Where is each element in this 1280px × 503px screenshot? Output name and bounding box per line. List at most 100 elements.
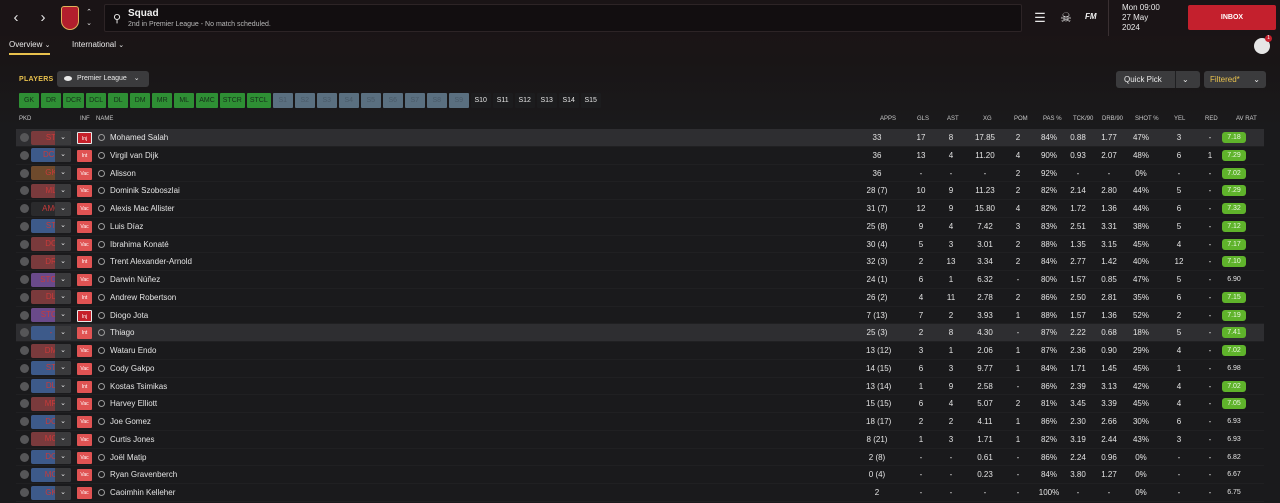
select-checkbox[interactable]	[20, 239, 29, 249]
col-apps[interactable]: APPS	[880, 116, 896, 122]
select-checkbox[interactable]	[20, 275, 29, 284]
position-chip-s5[interactable]: S5	[360, 93, 381, 108]
filter-button[interactable]: Filtered* ⌄	[1204, 71, 1266, 88]
chevron-down-icon[interactable]: ⌄	[55, 308, 71, 322]
select-checkbox[interactable]	[20, 363, 29, 373]
table-row[interactable]: AMC ⌄ Vac Alexis Mac Allister 31 (7) 12 9 15.80…	[16, 200, 1264, 218]
position-chip-s11[interactable]: S11	[492, 93, 513, 108]
select-checkbox[interactable]	[20, 150, 29, 160]
player-name[interactable]: Ryan Gravenberch	[110, 470, 177, 479]
select-checkbox[interactable]	[20, 310, 29, 320]
position-chip-s6[interactable]: S6	[382, 93, 403, 108]
chevron-down-icon[interactable]: ⌄	[55, 219, 71, 234]
player-name[interactable]: Joël Matip	[110, 453, 146, 462]
table-row[interactable]: DL ⌄ Int Kostas Tsimikas 13 (14) 1 9 2.58-86% 2.…	[16, 378, 1264, 396]
quick-pick-button[interactable]: Quick Pick ⌄	[1116, 71, 1200, 88]
skull-icon[interactable]: ☠	[1058, 9, 1074, 27]
chevron-down-icon[interactable]: ⌄	[55, 166, 71, 180]
search-icon[interactable]: ⚲	[110, 12, 124, 26]
col-pom[interactable]: POM	[1014, 116, 1028, 122]
table-row[interactable]: ML ⌄ Vac Dominik Szoboszlai 28 (7) 10 9 11.23 2 8…	[16, 182, 1264, 200]
select-checkbox[interactable]	[20, 346, 29, 355]
chevron-down-icon[interactable]: ⌄	[55, 201, 71, 216]
select-checkbox[interactable]	[20, 399, 29, 409]
table-row[interactable]: STCR ⌄ Vac Darwin Núñez 24 (1) 6 1 6.32-80% 1.57…	[16, 271, 1264, 289]
fm-logo[interactable]: FM	[1085, 12, 1097, 21]
position-chip-s14[interactable]: S14	[558, 93, 579, 108]
select-checkbox[interactable]	[20, 452, 29, 462]
position-chip-s8[interactable]: S8	[426, 93, 447, 108]
table-row[interactable]: GK ⌄ Vac Caoimhin Kelleher 2- - - -100% - -0% - -6.…	[16, 484, 1264, 502]
tab-international[interactable]: International ⌄	[72, 40, 124, 49]
table-row[interactable]: GK ⌄ Vac Alisson 36- - -2 92% - -0% - -7.02	[16, 165, 1264, 183]
chevron-down-icon[interactable]: ⌄	[55, 432, 71, 447]
club-switch-arrows-icon[interactable]: ⌃ ⌄	[84, 7, 94, 29]
col-drb[interactable]: DRB/90	[1102, 116, 1123, 122]
position-chip-stcr[interactable]: STCR	[219, 93, 245, 108]
player-name[interactable]: Alexis Mac Allister	[110, 204, 174, 213]
page-title-box[interactable]: ⚲ Squad 2nd in Premier League - No match…	[104, 4, 1022, 32]
position-chip-s15[interactable]: S15	[580, 93, 601, 108]
position-chip-s3[interactable]: S3	[316, 93, 337, 108]
select-checkbox[interactable]	[20, 186, 29, 196]
manager-avatar-icon[interactable]: 1	[1254, 35, 1272, 54]
table-row[interactable]: STCL ⌄ Inj Diogo Jota 7 (13) 7 2 3.93 1 88% 1.57 1.…	[16, 307, 1264, 325]
chevron-down-icon[interactable]: ⌄	[55, 130, 71, 145]
select-checkbox[interactable]	[20, 204, 29, 213]
chevron-down-icon[interactable]: ⌄	[55, 396, 71, 411]
position-chip-s9[interactable]: S9	[448, 93, 469, 108]
col-xg[interactable]: XG	[983, 116, 992, 122]
position-chip-s7[interactable]: S7	[404, 93, 425, 108]
player-name[interactable]: Curtis Jones	[110, 435, 154, 444]
col-pkd[interactable]: PKD	[19, 116, 31, 122]
chevron-down-icon[interactable]: ⌄	[55, 414, 71, 429]
position-chip-s2[interactable]: S2	[294, 93, 315, 108]
table-row[interactable]: MC ⌄ Vac Curtis Jones 8 (21) 1 3 1.71 1 82% 3.19 2.…	[16, 431, 1264, 449]
select-checkbox[interactable]	[20, 470, 29, 480]
table-row[interactable]: ST ⌄ Vac Luis Díaz 25 (8) 9 4 7.42 3 83% 2.51 3.31 3…	[16, 218, 1264, 236]
position-chip-s1[interactable]: S1	[272, 93, 293, 108]
table-row[interactable]: ST ⌄ Vac Cody Gakpo 14 (15) 6 3 9.77 1 84% 1.71 1.4…	[16, 360, 1264, 378]
player-name[interactable]: Virgil van Dijk	[110, 151, 158, 160]
player-name[interactable]: Joe Gomez	[110, 417, 151, 426]
select-checkbox[interactable]	[20, 381, 29, 391]
select-checkbox[interactable]	[20, 221, 29, 231]
col-red[interactable]: RED	[1205, 116, 1218, 122]
chevron-down-icon[interactable]: ⌄	[55, 237, 71, 251]
player-name[interactable]: Diogo Jota	[110, 311, 148, 320]
select-checkbox[interactable]	[20, 133, 29, 142]
select-checkbox[interactable]	[20, 257, 29, 267]
table-row[interactable]: DC ⌄ Vac Ibrahima Konaté 30 (4) 5 3 3.01 2 88% 1.3…	[16, 236, 1264, 254]
chevron-down-icon[interactable]: ⌄	[55, 183, 71, 198]
player-name[interactable]: Ibrahima Konaté	[110, 240, 169, 249]
chevron-down-icon[interactable]: ⌄	[55, 290, 71, 305]
col-tck[interactable]: TCK/90	[1073, 116, 1093, 122]
chevron-down-icon[interactable]: ⌄	[55, 467, 71, 482]
position-chip-gk[interactable]: GK	[19, 93, 39, 108]
col-name[interactable]: NAME	[96, 116, 113, 122]
position-chip-dcl[interactable]: DCL	[86, 93, 107, 108]
table-row[interactable]: DC ⌄ Vac Joël Matip 2 (8) - -0.61-86% 2.24 0.96 0…	[16, 449, 1264, 467]
chevron-down-icon[interactable]: ⌄	[55, 361, 71, 376]
table-row[interactable]: - ⌄ Int Thiago 25 (3) 2 8 4.30-87% 2.22 0.68 18% 5-…	[16, 324, 1264, 342]
position-chip-s12[interactable]: S12	[514, 93, 535, 108]
table-row[interactable]: DCL ⌄ Int Virgil van Dijk 36 13 4 11.20 4 90% 0.93…	[16, 147, 1264, 165]
table-row[interactable]: DM ⌄ Vac Wataru Endo 13 (12) 3 1 2.06 1 87% 2.36 0.…	[16, 342, 1264, 360]
player-name[interactable]: Trent Alexander-Arnold	[110, 257, 192, 266]
player-name[interactable]: Caoimhin Kelleher	[110, 488, 175, 497]
chevron-down-icon[interactable]: ⌄	[55, 254, 71, 269]
player-name[interactable]: Kostas Tsimikas	[110, 382, 167, 391]
chevron-down-icon[interactable]: ⌄	[55, 343, 71, 358]
player-name[interactable]: Harvey Elliott	[110, 399, 157, 408]
club-crest-icon[interactable]	[61, 6, 79, 30]
chevron-down-icon[interactable]: ⌄	[55, 485, 71, 500]
position-chip-dl[interactable]: DL	[108, 93, 129, 108]
position-chip-dcr[interactable]: DCR	[63, 93, 85, 108]
position-chip-s4[interactable]: S4	[338, 93, 359, 108]
col-ast[interactable]: AST	[947, 116, 959, 122]
player-name[interactable]: Darwin Núñez	[110, 275, 160, 284]
chevron-down-icon[interactable]: ⌄	[55, 272, 71, 287]
menu-icon[interactable]: ☰	[1032, 9, 1048, 27]
col-shot[interactable]: SHOT %	[1135, 116, 1159, 122]
tab-overview[interactable]: Overview ⌄	[9, 40, 51, 55]
